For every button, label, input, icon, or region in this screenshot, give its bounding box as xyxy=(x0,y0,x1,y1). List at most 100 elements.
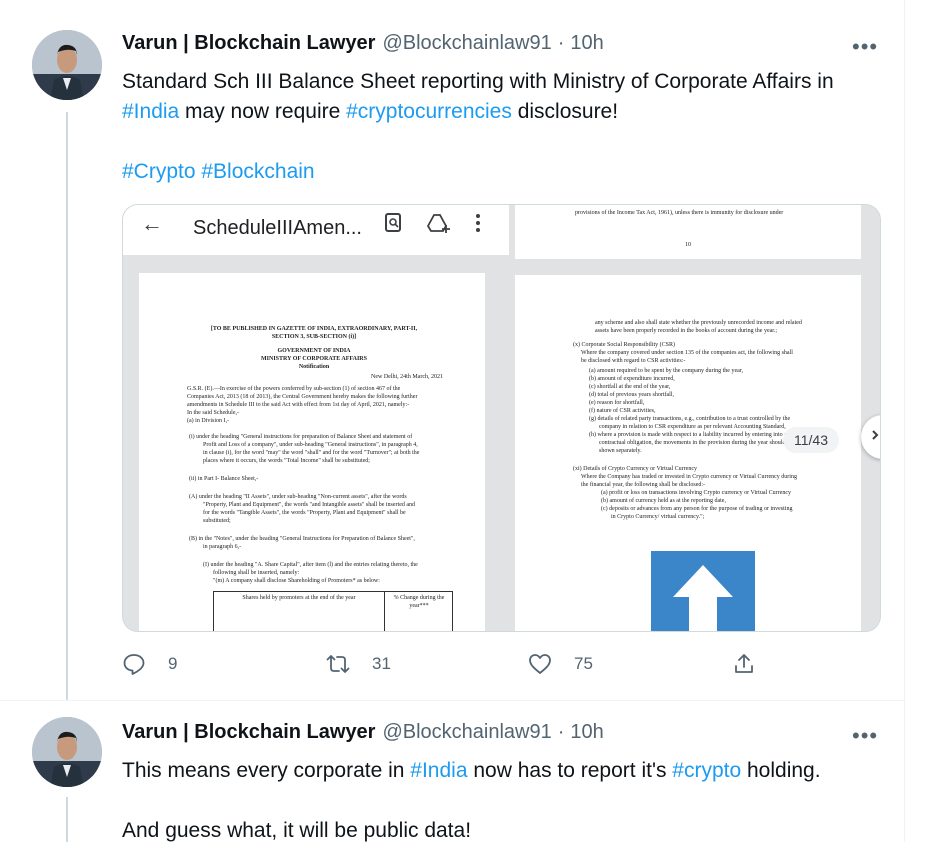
para-line: (B) in the "Notes", under the heading "G… xyxy=(189,536,415,542)
more-icon[interactable]: ••• xyxy=(852,725,878,747)
para-line: (x) Corporate Social Responsibility (CSR… xyxy=(573,342,675,348)
more-icon[interactable]: ••• xyxy=(852,36,878,58)
hashtag-india[interactable]: #India xyxy=(410,759,467,782)
para-line: (a) amount required to be spent by the c… xyxy=(589,368,744,374)
hashtag-india[interactable]: #India xyxy=(122,100,179,123)
hashtag-cryptocurrencies[interactable]: #cryptocurrencies xyxy=(346,100,512,123)
reply-count: 9 xyxy=(168,654,178,673)
tweet-tags-line: #Crypto #Blockchain xyxy=(122,157,892,187)
avatar[interactable] xyxy=(32,30,102,100)
para-line: be disclosed with regard to CSR activiti… xyxy=(581,358,686,364)
para-line: Where the Company has traded or invested… xyxy=(581,474,797,480)
kebab-menu-icon xyxy=(475,213,481,238)
tweet-2[interactable]: Varun | Blockchain Lawyer @Blockchainlaw… xyxy=(0,700,904,842)
thread-line xyxy=(66,112,68,700)
author-handle[interactable]: @Blockchainlaw91 xyxy=(382,32,551,55)
tweet-1[interactable]: Varun | Blockchain Lawyer @Blockchainlaw… xyxy=(0,0,904,700)
para-line: the financial year, the following shall … xyxy=(581,482,706,488)
table-col1: Shares held by promoters at the end of t… xyxy=(242,595,356,601)
para-line: in paragraph 6,- xyxy=(203,544,242,550)
next-page-icon[interactable] xyxy=(861,415,880,459)
para-line: (I) under the heading "A. Share Capital"… xyxy=(203,562,418,568)
para-line: (A) under the heading "II Assets", under… xyxy=(189,494,407,500)
para-line: amendments in Schedule III to the said A… xyxy=(187,402,410,408)
para-line: Companies Act, 2013 (18 of 2013), the Ce… xyxy=(187,394,418,400)
para-line: places where it occurs, the words "Total… xyxy=(203,458,370,464)
hashtag-blockchain[interactable]: #Blockchain xyxy=(201,160,314,183)
para-line: (h) where a provision is made with respe… xyxy=(589,432,787,438)
tweet-text-line2: And guess what, it will be public data! xyxy=(122,819,472,842)
notification-heading: Notification xyxy=(298,364,330,370)
para-line: (b) amount of expenditure incurred, xyxy=(589,376,675,382)
shareholding-table: Shares held by promoters at the end of t… xyxy=(213,591,453,631)
tweet-text-segment: holding. xyxy=(741,759,821,782)
para-line: substituted; xyxy=(203,518,231,524)
pdf-toolbar: ← ScheduleIIIAmen... xyxy=(123,205,511,255)
pdf-page-top: provisions of the Income Tax Act, 1961),… xyxy=(515,205,861,259)
para-line: for the words "Tangible Assets", the wor… xyxy=(203,510,406,516)
hashtag-crypto[interactable]: #Crypto xyxy=(122,160,196,183)
tweet-actions: 9 31 75 xyxy=(122,652,762,678)
para-line: (g) details of related party transaction… xyxy=(589,416,791,422)
tweet-text-end: disclosure! xyxy=(511,100,619,123)
tweet-text-mid: may now require xyxy=(179,100,347,123)
para-line: "(m) A company shall disclose Shareholdi… xyxy=(213,578,380,584)
para-line: (b) amount of currency held as at the re… xyxy=(601,498,726,504)
tweet-text-segment: now has to report it's xyxy=(467,759,673,782)
para-line: (i) under the heading "General instructi… xyxy=(189,434,413,440)
page-number: 10 xyxy=(685,242,691,248)
tweet-text: Standard Sch III Balance Sheet reporting… xyxy=(122,67,892,187)
para-line: assets have been properly recorded in th… xyxy=(595,328,778,334)
author-name[interactable]: Varun | Blockchain Lawyer xyxy=(122,721,375,744)
para-line: In the said Schedule,- xyxy=(187,410,239,416)
table-col2: % Change during the year*** xyxy=(393,595,445,609)
para-line: shown separately. xyxy=(599,448,642,454)
para-line: (e) reason for shortfall, xyxy=(589,400,645,406)
back-arrow-icon: ← xyxy=(141,211,163,236)
tweet-text-line1: Standard Sch III Balance Sheet reporting… xyxy=(122,70,834,93)
pdf-title: ScheduleIIIAmen... xyxy=(193,217,362,239)
para-line: contractual obligation, the movements in… xyxy=(599,440,793,446)
tweet-text-segment: This means every corporate in xyxy=(122,759,411,782)
para-line: (c) shortfall at the end of the year, xyxy=(589,384,671,390)
gov-heading: GOVERNMENT OF INDIA xyxy=(277,348,351,354)
retweet-icon xyxy=(326,655,350,673)
like-button[interactable]: 75 xyxy=(528,652,593,676)
separator: · xyxy=(557,721,565,743)
author-handle[interactable]: @Blockchainlaw91 xyxy=(382,721,551,744)
para-line: (a) profit or loss on transactions invol… xyxy=(601,490,791,496)
avatar[interactable] xyxy=(32,717,102,787)
tweet-text-line2: #India may now require #cryptocurrencies… xyxy=(122,97,892,127)
tweet-header: Varun | Blockchain Lawyer @Blockchainlaw… xyxy=(122,32,604,55)
para-line: in clause (i), for the word "may" the wo… xyxy=(203,450,420,456)
share-icon xyxy=(735,654,753,673)
timestamp[interactable]: 10h xyxy=(570,32,603,55)
author-name[interactable]: Varun | Blockchain Lawyer xyxy=(122,32,375,55)
para-line: (ii) in Part I- Balance Sheet,- xyxy=(189,476,259,482)
para-line: "Property, Plant and Equipment", the wor… xyxy=(203,502,416,508)
tweet-header: Varun | Blockchain Lawyer @Blockchainlaw… xyxy=(122,721,604,744)
hashtag-crypto[interactable]: #crypto xyxy=(672,759,741,782)
para-line: (a) in Division I,- xyxy=(187,418,229,424)
upload-arrow-icon xyxy=(651,551,755,631)
pdf-viewer-right: provisions of the Income Tax Act, 1961),… xyxy=(509,205,880,631)
para-line: any scheme and also shall state whether … xyxy=(595,320,802,326)
share-button[interactable] xyxy=(732,652,778,676)
media-image[interactable]: ← ScheduleIIIAmen... [TO BE PUBLISHED IN… xyxy=(122,204,881,632)
retweet-button[interactable]: 31 xyxy=(326,652,391,676)
para-line: (d) total of previous years shortfall, xyxy=(589,392,674,398)
para-line: G.S.R. (E).—In exercise of the powers co… xyxy=(187,386,401,392)
para-line: company in relation to CSR expenditure a… xyxy=(599,424,786,430)
page-counter: 11/43 xyxy=(783,427,839,453)
notification-date: New Delhi, 24th March, 2021 xyxy=(371,374,443,380)
ministry-heading: MINISTRY OF CORPORATE AFFAIRS xyxy=(261,356,367,362)
para-line: Profit and Loss of a company", under sub… xyxy=(203,442,418,448)
thread-line xyxy=(66,797,68,842)
tweet-text-line1: This means every corporate in #India now… xyxy=(122,756,892,786)
reply-button[interactable]: 9 xyxy=(122,652,177,676)
reply-icon xyxy=(123,654,145,675)
retweet-count: 31 xyxy=(372,654,391,673)
separator: · xyxy=(557,32,565,54)
timestamp[interactable]: 10h xyxy=(570,721,603,744)
para-line: in Crypto Currency/ virtual currency."; xyxy=(611,514,705,520)
